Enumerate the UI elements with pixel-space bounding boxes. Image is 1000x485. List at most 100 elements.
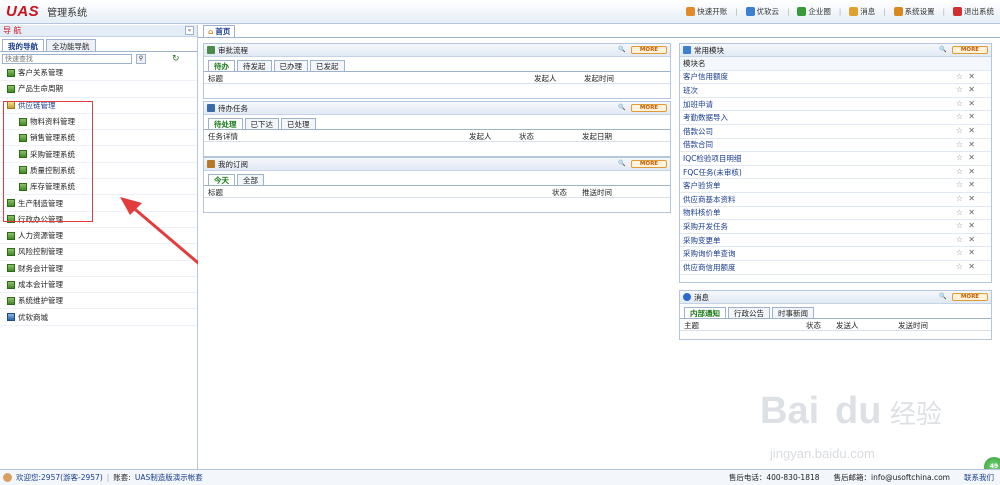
module-link[interactable]: 采购变更单 <box>683 235 721 246</box>
sidebar-item[interactable]: 财务会计管理 <box>0 261 197 277</box>
remove-icon[interactable]: ✕ <box>968 153 975 162</box>
module-link[interactable]: FQC任务(未审核) <box>683 167 742 178</box>
remove-icon[interactable]: ✕ <box>968 99 975 108</box>
module-link[interactable]: IQC检验项目明细 <box>683 153 741 164</box>
star-icon[interactable]: ☆ <box>956 235 963 244</box>
module-link[interactable]: 采购询价单查询 <box>683 248 736 259</box>
star-icon[interactable]: ☆ <box>956 221 963 230</box>
search-icon[interactable]: 🔍 <box>615 104 629 112</box>
star-icon[interactable]: ☆ <box>956 180 963 189</box>
more-button[interactable]: MORE <box>952 46 988 54</box>
tab-all[interactable]: 全部 <box>237 174 264 185</box>
top-link-5[interactable]: 退出系统 <box>953 6 994 17</box>
top-link-2[interactable]: 企业圈 <box>797 6 831 17</box>
sidebar-item[interactable]: 物料资料管理 <box>0 114 197 131</box>
tab-internal-notice[interactable]: 内部通知 <box>684 307 726 318</box>
star-icon[interactable]: ☆ <box>956 112 963 121</box>
remove-icon[interactable]: ✕ <box>968 235 975 244</box>
module-link[interactable]: 借款合同 <box>683 139 713 150</box>
sidebar-item[interactable]: 销售管理系统 <box>0 130 197 147</box>
search-icon[interactable]: 🔍 <box>936 46 950 54</box>
account-link[interactable]: UAS制造版演示帐套 <box>135 472 203 483</box>
sidebar-item[interactable]: 供应链管理 <box>0 98 197 114</box>
sidebar-item[interactable]: 采购管理系统 <box>0 146 197 163</box>
more-button[interactable]: MORE <box>952 293 988 301</box>
module-row[interactable]: 采购变更单 ☆ ✕ <box>680 234 991 248</box>
module-row[interactable]: 物料核价单 ☆ ✕ <box>680 207 991 221</box>
module-row[interactable]: 考勤数据导入 ☆ ✕ <box>680 111 991 125</box>
more-button[interactable]: MORE <box>631 104 667 112</box>
module-link[interactable]: 供应商基本资料 <box>683 194 736 205</box>
remove-icon[interactable]: ✕ <box>968 180 975 189</box>
tab-home[interactable]: ⌂ 首页 <box>203 25 236 37</box>
tab-to-initiate[interactable]: 待发起 <box>237 60 272 71</box>
star-icon[interactable]: ☆ <box>956 262 963 271</box>
remove-icon[interactable]: ✕ <box>968 140 975 149</box>
module-row[interactable]: 班次 ☆ ✕ <box>680 84 991 98</box>
star-icon[interactable]: ☆ <box>956 167 963 176</box>
tab-admin-announcement[interactable]: 行政公告 <box>728 307 770 318</box>
remove-icon[interactable]: ✕ <box>968 221 975 230</box>
star-icon[interactable]: ☆ <box>956 194 963 203</box>
module-row[interactable]: 借款合同 ☆ ✕ <box>680 139 991 153</box>
sidebar-item[interactable]: 风险控制管理 <box>0 244 197 261</box>
module-link[interactable]: 借款公司 <box>683 126 713 137</box>
sidebar-item[interactable]: 生产制造管理 <box>0 195 197 212</box>
sidebar-item[interactable]: 产品生命周期 <box>0 81 197 98</box>
contact-us-link[interactable]: 联系我们 <box>964 472 994 483</box>
more-button[interactable]: MORE <box>631 160 667 168</box>
remove-icon[interactable]: ✕ <box>968 194 975 203</box>
module-link[interactable]: 考勤数据导入 <box>683 112 728 123</box>
remove-icon[interactable]: ✕ <box>968 72 975 81</box>
remove-icon[interactable]: ✕ <box>968 112 975 121</box>
module-row[interactable]: 客户验货单 ☆ ✕ <box>680 179 991 193</box>
sidebar-item[interactable]: 成本会计管理 <box>0 277 197 294</box>
module-row[interactable]: IQC检验项目明细 ☆ ✕ <box>680 152 991 166</box>
tab-initiated[interactable]: 已发起 <box>310 60 345 71</box>
sidebar-item[interactable]: 行政办公管理 <box>0 212 197 228</box>
quick-search-input[interactable] <box>2 53 132 64</box>
module-row[interactable]: 加班申请 ☆ ✕ <box>680 98 991 112</box>
tab-to-process[interactable]: 待处理 <box>208 118 243 129</box>
module-row[interactable]: 采购开发任务 ☆ ✕ <box>680 220 991 234</box>
module-link[interactable]: 班次 <box>683 85 698 96</box>
module-link[interactable]: 供应商信用额度 <box>683 262 736 273</box>
sidebar-item[interactable]: 库存管理系统 <box>0 179 197 196</box>
module-link[interactable]: 客户信用额度 <box>683 71 728 82</box>
star-icon[interactable]: ☆ <box>956 99 963 108</box>
remove-icon[interactable]: ✕ <box>968 248 975 257</box>
star-icon[interactable]: ☆ <box>956 72 963 81</box>
sidebar-item[interactable]: 质量控制系统 <box>0 163 197 180</box>
tab-current-news[interactable]: 时事新闻 <box>772 307 814 318</box>
tab-issued[interactable]: 已下达 <box>244 118 279 129</box>
tab-pending[interactable]: 待办 <box>208 60 235 71</box>
module-link[interactable]: 客户验货单 <box>683 180 721 191</box>
tab-all-nav[interactable]: 全功能导航 <box>46 39 96 51</box>
top-link-4[interactable]: 系统设置 <box>893 6 935 17</box>
top-link-0[interactable]: 快速开账 <box>686 6 727 17</box>
star-icon[interactable]: ☆ <box>956 248 963 257</box>
module-link[interactable]: 采购开发任务 <box>683 221 728 232</box>
refresh-icon[interactable]: ↻ <box>172 54 180 64</box>
module-row[interactable]: 借款公司 ☆ ✕ <box>680 125 991 139</box>
tab-today[interactable]: 今天 <box>208 174 235 185</box>
module-row[interactable]: 客户信用额度 ☆ ✕ <box>680 71 991 85</box>
sidebar-item[interactable]: 系统维护管理 <box>0 293 197 310</box>
sidebar-item[interactable]: 人力资源管理 <box>0 228 197 245</box>
tab-processed[interactable]: 已处理 <box>281 118 316 129</box>
top-link-1[interactable]: 优软云 <box>745 6 779 17</box>
module-link[interactable]: 物料核价单 <box>683 207 721 218</box>
remove-icon[interactable]: ✕ <box>968 126 975 135</box>
remove-icon[interactable]: ✕ <box>968 262 975 271</box>
module-link[interactable]: 加班申请 <box>683 99 713 110</box>
search-icon[interactable]: 🔍 <box>936 293 950 301</box>
star-icon[interactable]: ☆ <box>956 208 963 217</box>
sidebar-item[interactable]: 优软商城 <box>0 309 197 326</box>
star-icon[interactable]: ☆ <box>956 126 963 135</box>
tab-handled[interactable]: 已办理 <box>273 60 308 71</box>
module-row[interactable]: 采购询价单查询 ☆ ✕ <box>680 247 991 261</box>
more-button[interactable]: MORE <box>631 46 667 54</box>
top-link-3[interactable]: 消息 <box>849 6 875 17</box>
tab-my-nav[interactable]: 我的导航 <box>2 39 44 51</box>
star-icon[interactable]: ☆ <box>956 140 963 149</box>
